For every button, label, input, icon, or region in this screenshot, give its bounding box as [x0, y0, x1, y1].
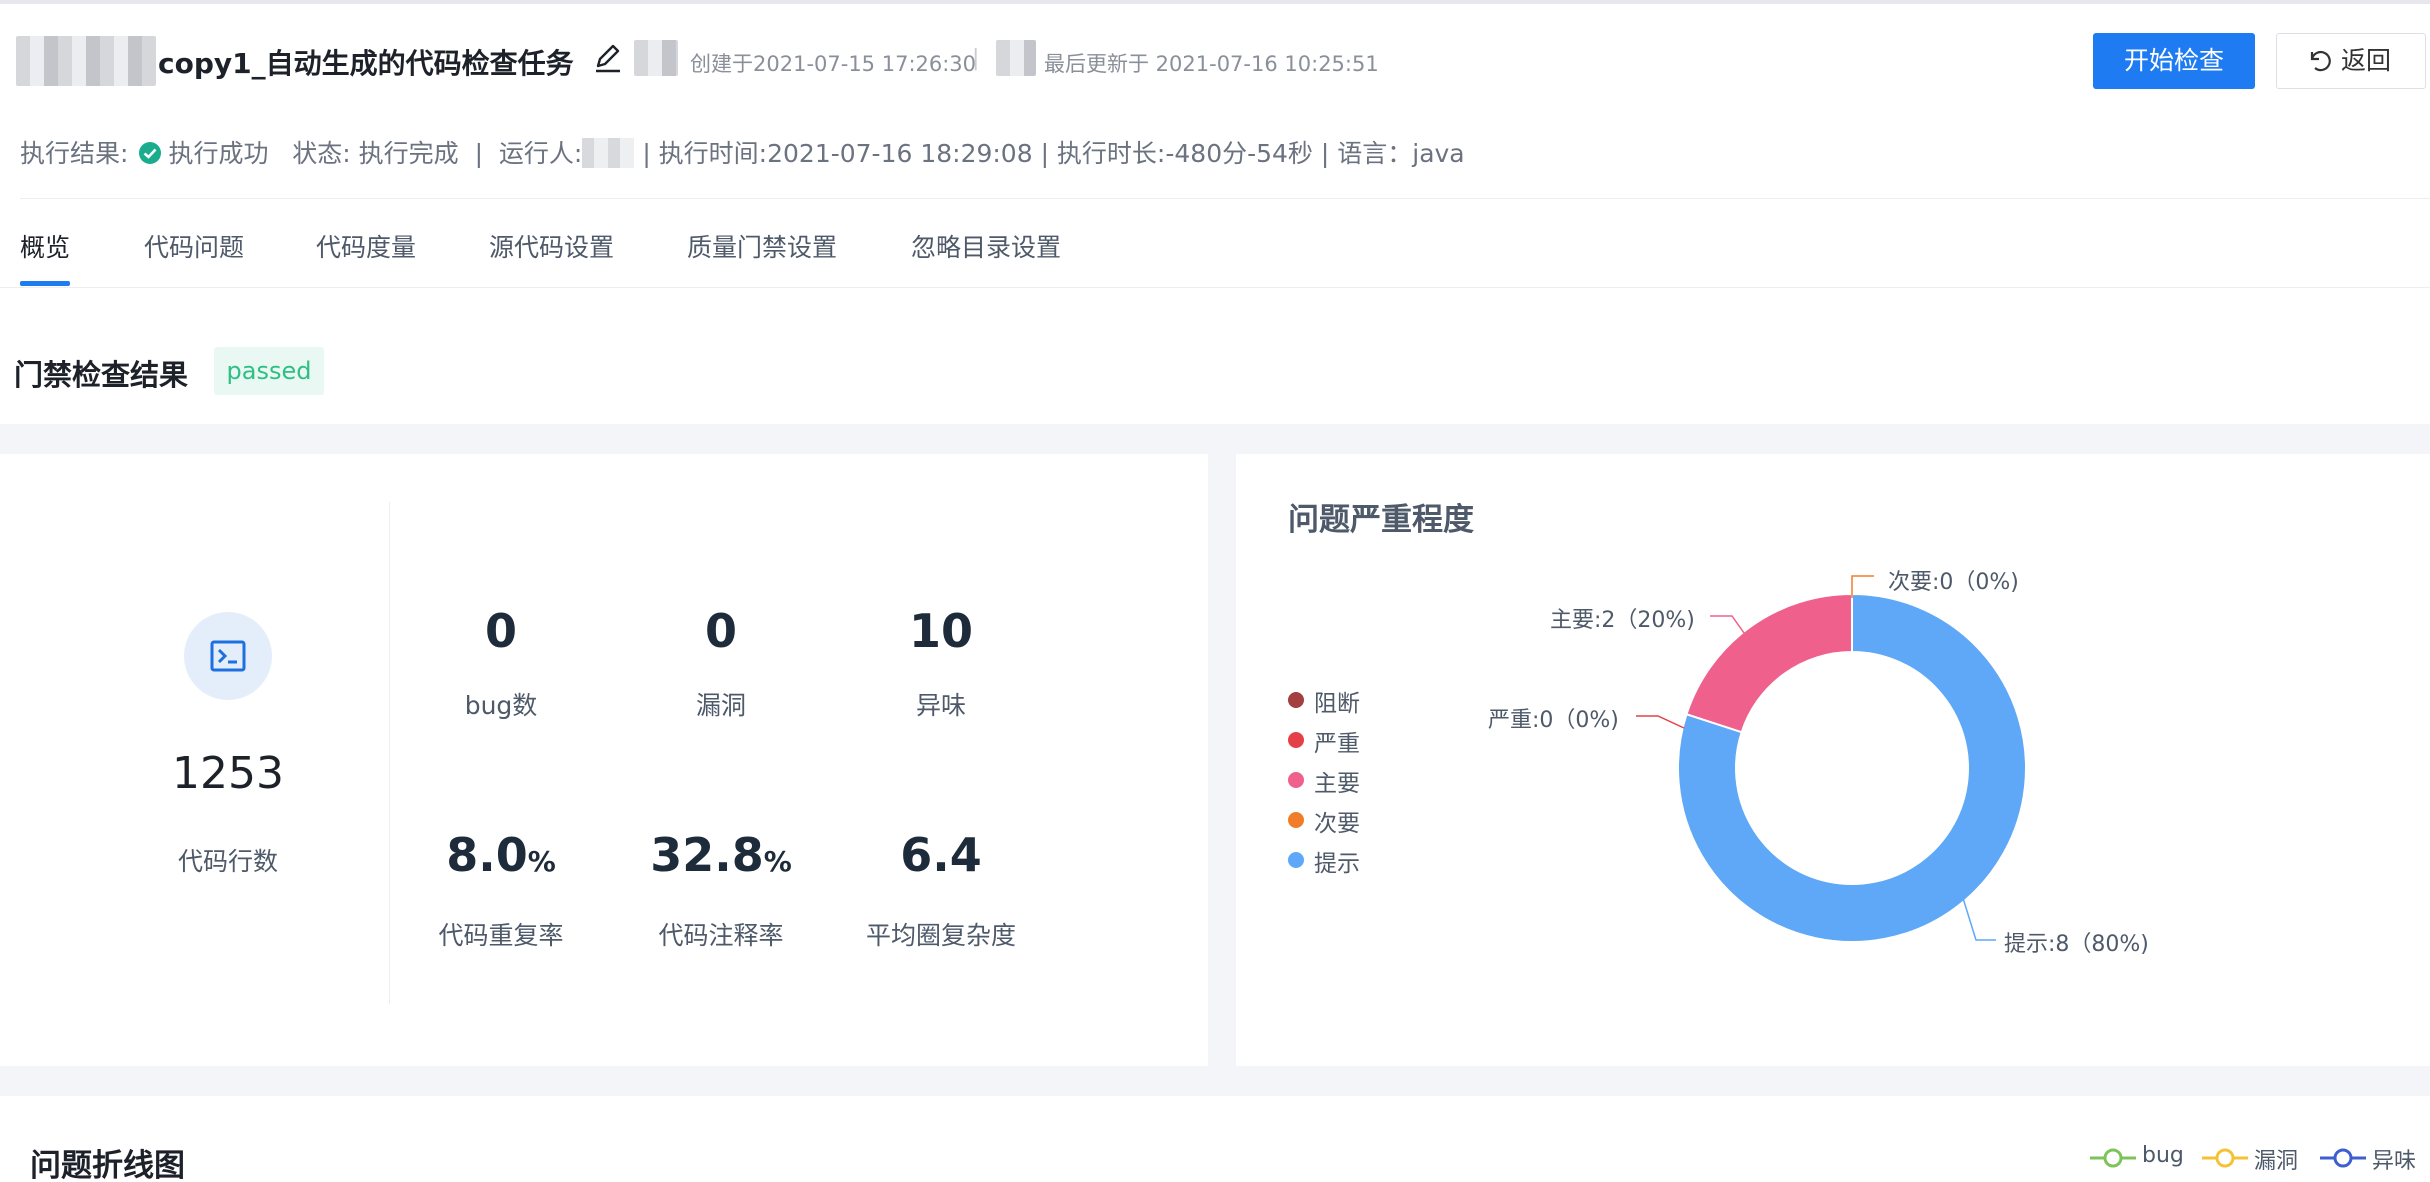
redacted-runner: [582, 138, 635, 168]
meta-separator: |: [972, 46, 980, 71]
code-lines-badge: [184, 612, 272, 700]
undo-icon: [2310, 50, 2331, 72]
back-button-label: 返回: [2341, 47, 2392, 75]
result-value: 执行成功: [168, 139, 269, 168]
callout-major: 主要:2（20%): [1550, 608, 1695, 633]
edit-icon[interactable]: [592, 40, 624, 76]
runner-label: 运行人:: [498, 139, 583, 168]
legend-label: 提示: [1314, 851, 1360, 877]
result-label: 执行结果:: [20, 139, 129, 168]
legend-dot: [1288, 732, 1304, 748]
metric-duplication-rate[interactable]: 8.0% 代码重复率: [396, 828, 606, 952]
execution-info: 执行结果: 执行成功 状态: 执行完成 | 运行人: | 执行时间:2021-0…: [20, 134, 1465, 170]
metric-label: 代码重复率: [438, 921, 564, 950]
legend-label: 主要: [1314, 771, 1360, 797]
gate-result-title: 门禁检查结果: [14, 358, 189, 392]
metric-value: 0: [484, 604, 517, 658]
tab-code-metrics[interactable]: 代码度量: [316, 228, 416, 264]
metric-value: 0: [704, 604, 737, 658]
metric-value: 32.8: [650, 828, 764, 882]
metric-label: 漏洞: [695, 691, 746, 720]
metric-label: bug数: [464, 691, 538, 720]
tab-bar-divider: [0, 287, 2430, 288]
metric-value: 6.4: [900, 828, 982, 882]
active-tab-indicator: [20, 281, 70, 286]
legend-dot: [1288, 692, 1304, 708]
code-lines-label: 代码行数: [177, 847, 278, 876]
metric-label: 平均圈复杂度: [865, 921, 1016, 950]
legend-dot: [1288, 772, 1304, 788]
donut-slice-主要[interactable]: [1685, 592, 1853, 734]
metric-value: 8.0: [446, 828, 528, 882]
metric-vulnerabilities[interactable]: 0 漏洞: [616, 604, 826, 722]
legend-dot: [1288, 852, 1304, 868]
tab-quality-gate-settings[interactable]: 质量门禁设置: [687, 228, 837, 264]
line-marker-icon: [2320, 1148, 2366, 1168]
start-check-button[interactable]: 开始检查: [2093, 33, 2255, 89]
top-border: [0, 0, 2430, 4]
severity-chart-title: 问题严重程度: [1288, 502, 1474, 538]
divider: [20, 198, 2430, 199]
stats-divider: [389, 502, 390, 1004]
code-check-overview-page: copy1_自动生成的代码检查任务 创建于2021-07-15 17:26:30…: [0, 0, 2430, 1182]
gate-status-badge: passed: [214, 347, 324, 395]
metric-value: 10: [908, 604, 973, 658]
line-marker-icon: [2202, 1148, 2248, 1168]
legend-label: 阻断: [1314, 691, 1360, 717]
line-legend-label: 漏洞: [2254, 1149, 2299, 1174]
legend-label: 严重: [1314, 731, 1360, 757]
success-check-icon: [139, 142, 162, 164]
redacted-updater: [996, 40, 1036, 76]
callout-critical: 严重:0（0%): [1488, 708, 1619, 733]
redacted-project-name: [16, 36, 156, 86]
issue-line-chart-title: 问题折线图: [30, 1148, 185, 1182]
back-button[interactable]: 返回: [2276, 33, 2426, 89]
legend-label: 次要: [1314, 811, 1360, 837]
task-title: copy1_自动生成的代码检查任务: [158, 47, 574, 80]
callout-line-critical: [1636, 715, 1685, 729]
tab-source-settings[interactable]: 源代码设置: [489, 228, 614, 264]
redacted-creator: [634, 40, 678, 76]
callout-info: 提示:8（80%): [2004, 932, 2149, 957]
metric-unit: %: [763, 845, 792, 878]
metric-label: 异味: [915, 691, 966, 720]
metric-avg-complexity[interactable]: 6.4 平均圈复杂度: [836, 828, 1046, 952]
metric-label: 代码注释率: [658, 921, 784, 950]
metric-code-smells[interactable]: 10 异味: [836, 604, 1046, 722]
updated-time: 最后更新于 2021-07-16 10:25:51: [1044, 52, 1379, 76]
line-legend-label: bug: [2142, 1143, 2184, 1168]
line-legend-label: 异味: [2372, 1149, 2417, 1174]
task-header: copy1_自动生成的代码检查任务 创建于2021-07-15 17:26:30…: [0, 30, 2430, 90]
code-lines-value: 1253: [172, 748, 284, 799]
created-time: 创建于2021-07-15 17:26:30: [690, 52, 977, 76]
metric-unit: %: [527, 845, 556, 878]
metric-comment-rate[interactable]: 32.8% 代码注释率: [616, 828, 826, 952]
execution-details: | 执行时间:2021-07-16 18:29:08 | 执行时长:-480分-…: [642, 139, 1465, 168]
line-marker-icon: [2090, 1148, 2136, 1168]
callout-minor: 次要:0（0%): [1888, 570, 2019, 595]
status-text: 状态: 执行完成: [292, 139, 459, 168]
tab-ignore-directory-settings[interactable]: 忽略目录设置: [911, 228, 1061, 264]
legend-dot: [1288, 812, 1304, 828]
pipe-separator: |: [474, 139, 484, 168]
tab-code-issues[interactable]: 代码问题: [144, 228, 244, 264]
metric-bugs[interactable]: 0 bug数: [396, 604, 606, 722]
terminal-icon: [210, 640, 246, 672]
tab-overview[interactable]: 概览: [20, 228, 70, 264]
